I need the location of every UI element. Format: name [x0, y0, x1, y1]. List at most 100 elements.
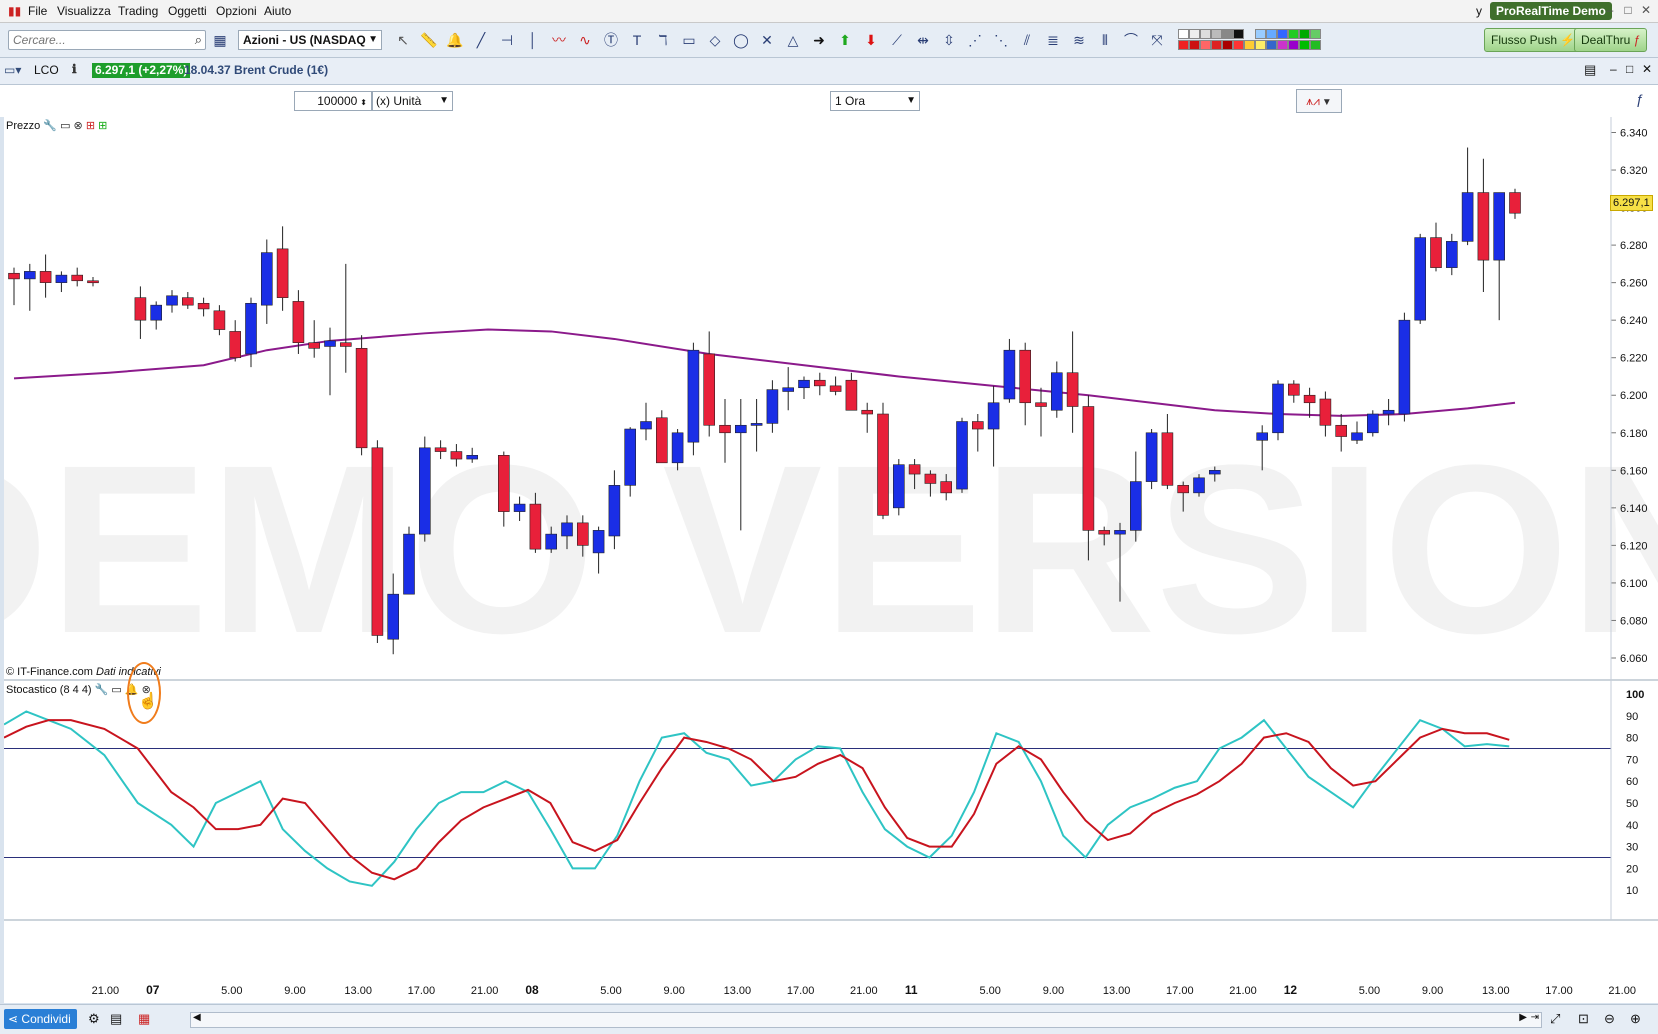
candle-body[interactable] — [55, 274, 68, 283]
add-indicator-icon[interactable]: ƒ — [1636, 91, 1644, 107]
candle-body[interactable] — [355, 348, 368, 449]
candle-body[interactable] — [766, 389, 779, 424]
candle-body[interactable] — [371, 447, 384, 636]
candle-body[interactable] — [23, 271, 36, 280]
list-icon[interactable]: ▤ — [110, 1011, 122, 1027]
candle-body[interactable] — [845, 379, 858, 411]
candle-body[interactable] — [734, 424, 747, 434]
diamond-tool-icon[interactable]: ◇ — [705, 30, 725, 50]
candle-body[interactable] — [1019, 349, 1032, 404]
segment-tool-icon[interactable]: ⟋ — [887, 30, 907, 50]
candle-body[interactable] — [245, 302, 257, 355]
candle-body[interactable] — [1430, 237, 1442, 268]
channel-tool-icon[interactable]: ⫽ — [1017, 30, 1037, 50]
scroll-left-icon[interactable]: ◀ — [193, 1012, 201, 1023]
menu-file[interactable]: File — [28, 4, 47, 18]
candle-body[interactable] — [1351, 432, 1363, 441]
window-icon[interactable]: ▭ — [60, 120, 70, 132]
candle-body[interactable] — [466, 455, 479, 460]
zoom-out-icon[interactable]: ⊖ — [1604, 1011, 1615, 1027]
window-icon[interactable]: ▭ — [111, 684, 121, 696]
candle-body[interactable] — [1193, 477, 1205, 494]
candle-body[interactable] — [150, 304, 162, 321]
candle-body[interactable] — [1477, 192, 1490, 261]
candle-body[interactable] — [1051, 372, 1063, 411]
fibonacci-tool-icon[interactable]: ≣ — [1043, 30, 1063, 50]
candle-body[interactable] — [1066, 372, 1079, 407]
candle-body[interactable] — [166, 295, 178, 306]
brush-tool-icon[interactable]: ∿ — [575, 30, 595, 50]
text-note-tool-icon[interactable]: ℸ — [653, 30, 673, 50]
candle-body[interactable] — [1335, 424, 1347, 437]
vertical-line-icon[interactable]: │ — [523, 30, 543, 50]
scroll-right-icon[interactable]: ▶ — [1519, 1012, 1527, 1023]
chart-minimize-icon[interactable]: – — [1610, 62, 1617, 76]
timeframe-select[interactable]: 1 Ora ▼ — [830, 91, 920, 111]
cursor-tool-icon[interactable]: ↖ — [393, 30, 413, 50]
candle-body[interactable] — [71, 274, 83, 282]
unit-select[interactable]: (x) Unità ▼ — [372, 91, 453, 111]
menu-oggetti[interactable]: Oggetti — [168, 4, 207, 18]
dealthru-button[interactable]: DealThru ƒ — [1574, 28, 1648, 52]
candle-body[interactable] — [892, 464, 905, 509]
candle-body[interactable] — [529, 503, 542, 550]
remove-icon[interactable]: ⊗ — [74, 120, 83, 132]
candle-body[interactable] — [434, 447, 447, 452]
cross-hair-icon[interactable]: ⤧ — [1147, 30, 1167, 50]
candle-body[interactable] — [829, 385, 842, 392]
candle-body[interactable] — [450, 451, 463, 460]
ellipse-tool-icon[interactable]: ◯ — [731, 30, 751, 50]
flusso-push-button[interactable]: Flusso Push ⚡ — [1484, 28, 1583, 52]
wrench-icon[interactable]: 🔧 — [95, 684, 109, 696]
candle-body[interactable] — [387, 593, 400, 640]
gann-tool-icon[interactable]: ⋱ — [991, 30, 1011, 50]
symbol-label[interactable]: LCO — [34, 63, 59, 77]
candle-body[interactable] — [1493, 192, 1505, 261]
candle-body[interactable] — [1209, 470, 1221, 475]
candle-body[interactable] — [182, 297, 194, 306]
fibonacci-fan-icon[interactable]: ≋ — [1069, 30, 1089, 50]
minimize-icon[interactable]: – — [1603, 3, 1617, 17]
candle-body[interactable] — [1082, 406, 1095, 531]
chart-canvas[interactable]: DEMO VERSION 6.3406.3206.3006.2806.2606.… — [0, 117, 1658, 1003]
candle-body[interactable] — [655, 417, 668, 464]
candle-body[interactable] — [1145, 432, 1158, 482]
arc-tool-icon[interactable]: ⌒ — [1121, 30, 1141, 50]
chart-window-icon[interactable]: ▭▾ — [4, 63, 21, 77]
candle-body[interactable] — [1509, 192, 1521, 214]
alert-bell-icon[interactable]: 🔔 — [445, 30, 465, 50]
zoom-area-icon[interactable]: ⊡ — [1578, 1011, 1589, 1027]
candle-body[interactable] — [197, 302, 210, 310]
candle-body[interactable] — [971, 421, 984, 430]
candle-body[interactable] — [1414, 237, 1426, 321]
wrench-icon[interactable]: 🔧 — [43, 120, 57, 132]
text-box-tool-icon[interactable]: T — [627, 30, 647, 50]
color-palette[interactable] — [1178, 29, 1326, 53]
candle-body[interactable] — [750, 423, 763, 426]
ruler-tool-icon[interactable]: 📏 — [419, 30, 439, 50]
time-zones-icon[interactable]: ⦀ — [1095, 30, 1115, 50]
candle-body[interactable] — [1130, 481, 1142, 531]
candle-body[interactable] — [1003, 349, 1016, 400]
chart-type-button[interactable]: ⩚⩘ ▼ — [1296, 89, 1342, 113]
horizontal-scrollbar[interactable]: ◀ ▶ ⇥ — [190, 1012, 1542, 1028]
candle-body[interactable] — [1398, 319, 1411, 415]
candle-body[interactable] — [813, 379, 826, 387]
chart-area[interactable]: DEMO VERSION 6.3406.3206.3006.2806.2606.… — [0, 117, 1658, 1003]
add-red-icon[interactable]: ⊞ — [86, 120, 95, 132]
menu-aiuto[interactable]: Aiuto — [264, 4, 291, 18]
candle-body[interactable] — [956, 421, 968, 490]
candle-body[interactable] — [924, 473, 937, 484]
chart-close-icon[interactable]: ✕ — [1642, 62, 1652, 76]
table-icon[interactable]: ▦ — [138, 1011, 150, 1027]
menu-opzioni[interactable]: Opzioni — [216, 4, 257, 18]
candle-body[interactable] — [418, 447, 431, 535]
candle-body[interactable] — [87, 280, 99, 284]
candle-body[interactable] — [1177, 485, 1189, 494]
chart-maximize-icon[interactable]: □ — [1626, 62, 1633, 76]
candle-body[interactable] — [608, 485, 621, 537]
candle-body[interactable] — [561, 522, 573, 537]
candle-body[interactable] — [1161, 432, 1174, 486]
text-circle-tool-icon[interactable]: Ⓣ — [601, 30, 621, 50]
candle-body[interactable] — [513, 503, 526, 512]
